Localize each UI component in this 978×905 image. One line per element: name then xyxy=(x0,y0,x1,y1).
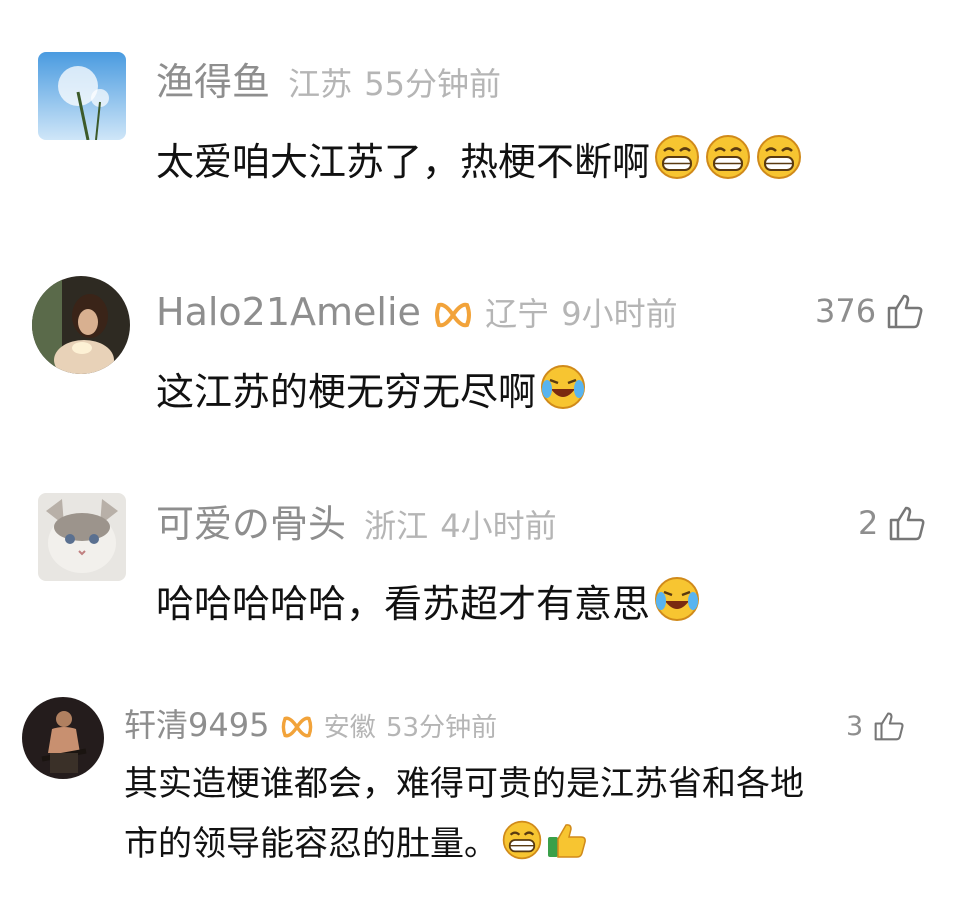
location-label: 辽宁 xyxy=(485,295,550,333)
grin-emoji xyxy=(755,133,803,187)
username[interactable]: 可爱の骨头 xyxy=(156,502,346,546)
comment-item: Halo21Amelie 辽宁 9小时前 376 这江苏的梗无穷无尽啊 xyxy=(0,230,978,465)
location-label: 安徽 xyxy=(323,713,376,743)
vip-badge-icon xyxy=(280,706,314,744)
comment-text-line-1: 其实造梗谁都会，难得可贵的是江苏省和各地 xyxy=(124,764,804,804)
timestamp: 9小时前 xyxy=(561,295,678,333)
laugh-cry-emoji xyxy=(539,363,587,417)
like-count: 376 xyxy=(815,292,877,330)
thumbs-up-icon xyxy=(874,712,904,741)
comment-text-line-2: 市的领导能容忍的肚量。 xyxy=(124,819,588,867)
timestamp: 53分钟前 xyxy=(385,713,498,743)
comment-header: 可爱の骨头 浙江 4小时前 xyxy=(156,505,557,543)
cat-avatar-image xyxy=(38,493,126,581)
comment-body: 这江苏的梗无穷无尽啊 xyxy=(156,370,537,414)
like-button[interactable]: 376 xyxy=(815,293,924,329)
avatar[interactable] xyxy=(22,697,104,779)
timestamp: 4小时前 xyxy=(440,507,557,545)
like-count: 2 xyxy=(858,504,879,542)
username[interactable]: 渔得鱼 xyxy=(156,60,270,104)
comment-header: Halo21Amelie 辽宁 9小时前 xyxy=(156,293,678,331)
avatar[interactable] xyxy=(38,493,126,581)
laugh-cry-emoji xyxy=(653,575,701,629)
comment-item: 渔得鱼 江苏 55分钟前 太爱咱大江苏了，热梗不断啊 xyxy=(0,0,978,230)
comment-body: 市的领导能容忍的肚量。 xyxy=(124,824,498,864)
vip-badge-icon xyxy=(433,290,473,334)
thumbs-up-icon xyxy=(887,294,923,329)
avatar[interactable] xyxy=(32,276,130,374)
portrait-avatar-image xyxy=(32,276,130,374)
figure-avatar-image xyxy=(22,697,104,779)
comment-body: 太爱咱大江苏了，热梗不断啊 xyxy=(156,140,651,184)
grin-emoji xyxy=(704,133,752,187)
timestamp: 55分钟前 xyxy=(364,65,501,103)
thumbs-up-icon xyxy=(890,506,925,541)
username[interactable]: 轩清9495 xyxy=(124,706,269,744)
dandelion-avatar-image xyxy=(38,52,126,140)
like-count: 3 xyxy=(846,710,864,742)
location-label: 江苏 xyxy=(288,65,353,103)
comment-text: 哈哈哈哈哈，看苏超才有意思 xyxy=(156,575,701,629)
comment-header: 渔得鱼 江苏 55分钟前 xyxy=(156,63,501,101)
location-label: 浙江 xyxy=(364,507,429,545)
comment-text: 这江苏的梗无穷无尽啊 xyxy=(156,363,587,417)
grin-emoji xyxy=(653,133,701,187)
comment-item: 可爱の骨头 浙江 4小时前 2 哈哈哈哈哈，看苏超才有意思 xyxy=(0,465,978,695)
like-button[interactable]: 3 xyxy=(846,711,905,741)
username[interactable]: Halo21Amelie xyxy=(156,290,421,334)
comment-header: 轩清9495 安徽 53分钟前 xyxy=(124,709,497,741)
grin-emoji xyxy=(501,819,543,867)
comment-text: 太爱咱大江苏了，热梗不断啊 xyxy=(156,133,803,187)
comment-body: 哈哈哈哈哈，看苏超才有意思 xyxy=(156,582,651,626)
like-button[interactable]: 2 xyxy=(858,505,926,541)
thumbs-up-emoji xyxy=(546,819,588,867)
avatar[interactable] xyxy=(38,52,126,140)
comment-item: 轩清9495 安徽 53分钟前 3 其实造梗谁都会，难得可贵的是江苏省和各地 市… xyxy=(0,695,978,905)
